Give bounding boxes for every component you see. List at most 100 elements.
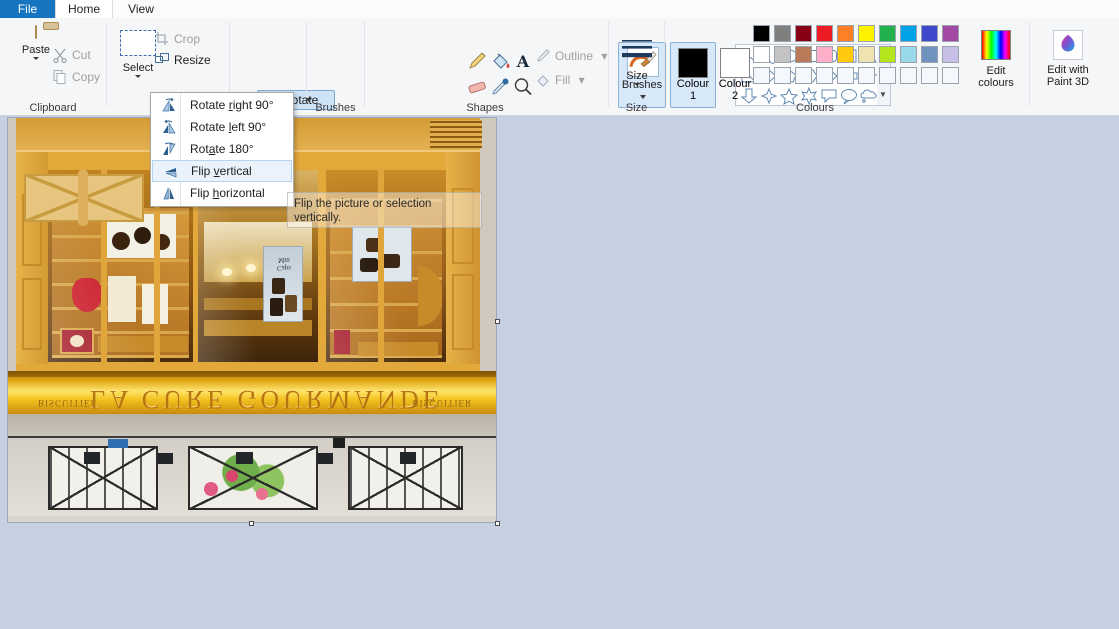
palette-swatch-0-7[interactable] [900,25,917,42]
palette-swatch-0-1[interactable] [774,25,791,42]
palette-swatch-1-0[interactable] [753,46,770,63]
chevron-down-icon[interactable]: ▾ [601,49,607,63]
resize-label: Resize [174,53,211,67]
resize-handle-bottom-middle[interactable] [249,521,254,526]
menu-item-rotate-right-90[interactable]: Rotate right 90° [152,94,292,116]
paint3d-label-1: Edit with [1047,64,1089,76]
chevron-down-icon[interactable] [306,98,313,102]
palette-swatch-2-4[interactable] [837,67,854,84]
palette-swatch-0-6[interactable] [879,25,896,42]
colour1-label-2: 1 [689,90,697,102]
poster-text: Caps Mm [277,256,291,272]
menu-label-post: orizontal [219,186,265,200]
cut-label: Cut [72,48,91,62]
outline-label: Outline [555,49,594,63]
paint3d-label-2: Paint 3D [1046,76,1090,88]
palette-swatch-0-0[interactable] [753,25,770,42]
resize-handle-bottom-right[interactable] [495,521,500,526]
menu-item-rotate-left-90[interactable]: Rotate left 90° [152,116,292,138]
group-label-clipboard: Clipboard [29,102,77,114]
copy-icon [53,70,66,84]
flip-vertical-icon [165,168,177,178]
rotate-right-icon [162,97,175,112]
resize-handle-middle-right[interactable] [495,319,500,324]
edit-colours-label-2: colours [978,77,1014,89]
palette-swatch-1-3[interactable] [816,46,833,63]
palette-swatch-0-2[interactable] [795,25,812,42]
fill-button[interactable]: Fill ▾ [533,70,585,90]
palette-swatch-2-6[interactable] [879,67,896,84]
palette-swatch-2-2[interactable] [795,67,812,84]
group-label-colours: Colours [796,102,834,114]
chevron-down-icon[interactable]: ▾ [579,73,585,87]
ribbon-tabstrip: File Home View [0,0,1119,18]
menu-label: Flip [190,186,213,200]
colour-wheel-icon [981,30,1011,60]
palette-swatch-1-7[interactable] [900,46,917,63]
tab-home[interactable]: Home [55,0,113,18]
palette-swatch-0-9[interactable] [942,25,959,42]
resize-icon [155,53,169,63]
chevron-down-icon[interactable] [33,57,39,60]
copy-button[interactable]: Copy [50,67,100,87]
colour2-swatch[interactable] [720,48,750,78]
resize-button[interactable]: Resize [152,50,211,70]
colour2-label-1: Colour [718,78,752,90]
palette-swatch-1-1[interactable] [774,46,791,63]
ribbon-group-colours: Colour 1 Colour 2 Edit colours Edit with… [665,18,1119,115]
colour1-label-1: Colour [676,78,710,90]
tab-file[interactable]: File [0,0,55,18]
menu-label-post: ertical [219,164,252,178]
crop-button[interactable]: Crop [152,29,200,49]
crop-icon [155,32,168,45]
cut-button[interactable]: Cut [50,45,91,65]
palette-swatch-1-4[interactable] [837,46,854,63]
chevron-down-icon[interactable] [634,83,640,86]
palette-swatch-2-3[interactable] [816,67,833,84]
sign-side-text-left: BISCUITIER [38,398,98,408]
menu-item-flip-vertical[interactable]: Flip vertical [152,160,292,182]
palette-swatch-0-3[interactable] [816,25,833,42]
menu-label-post: te 180° [215,142,254,156]
outline-button[interactable]: Outline ▾ [533,46,607,66]
colour1-swatch[interactable] [678,48,708,78]
paint-window: File Home View Paste Cut Copy Clipboard … [0,0,1119,629]
edit-with-paint3d-button[interactable]: Edit with Paint 3D [1031,30,1105,88]
chevron-down-icon[interactable] [135,75,141,78]
palette-swatch-1-2[interactable] [795,46,812,63]
palette-swatch-0-8[interactable] [921,25,938,42]
palette-swatch-1-6[interactable] [879,46,896,63]
palette-swatch-2-9[interactable] [942,67,959,84]
fill-bucket-icon [537,75,549,87]
menu-item-rotate-180[interactable]: Rotate 180° [152,138,292,160]
edit-colours-label-1: Edit [986,65,1006,77]
palette-swatch-1-5[interactable] [858,46,875,63]
palette-swatch-0-5[interactable] [858,25,875,42]
fill-label: Fill [555,73,571,87]
scissors-icon [53,48,67,63]
menu-label-post: ight 90° [232,98,274,112]
palette-swatch-2-0[interactable] [753,67,770,84]
group-label-shapes: Shapes [466,102,504,114]
menu-item-flip-horizontal[interactable]: Flip horizontal [152,182,292,204]
palette-swatch-2-8[interactable] [921,67,938,84]
size-label: Size [626,70,648,82]
size-button[interactable]: Size [618,36,656,86]
copy-label: Copy [72,70,101,84]
ribbon-group-clipboard: Paste Cut Copy Clipboard [0,18,106,115]
rotate-dropdown-menu[interactable]: Rotate right 90° Rotate left 90° Rotate … [150,92,294,207]
tooltip-flip-vertical: Flip the picture or selection vertically… [287,192,482,228]
sign-side-text-right: BISCUITIER [412,398,473,408]
palette-swatch-1-9[interactable] [942,46,959,63]
menu-label: Flip [191,164,214,178]
menu-label: Rotate [190,120,229,134]
palette-swatch-2-7[interactable] [900,67,917,84]
flip-horizontal-icon [163,187,174,200]
palette-swatch-1-8[interactable] [921,46,938,63]
tab-view[interactable]: View [113,0,169,18]
palette-swatch-2-5[interactable] [858,67,875,84]
rotate-left-icon [163,119,176,134]
palette-swatch-0-4[interactable] [837,25,854,42]
palette-swatch-2-1[interactable] [774,67,791,84]
edit-colours-button[interactable]: Edit colours [968,30,1024,89]
